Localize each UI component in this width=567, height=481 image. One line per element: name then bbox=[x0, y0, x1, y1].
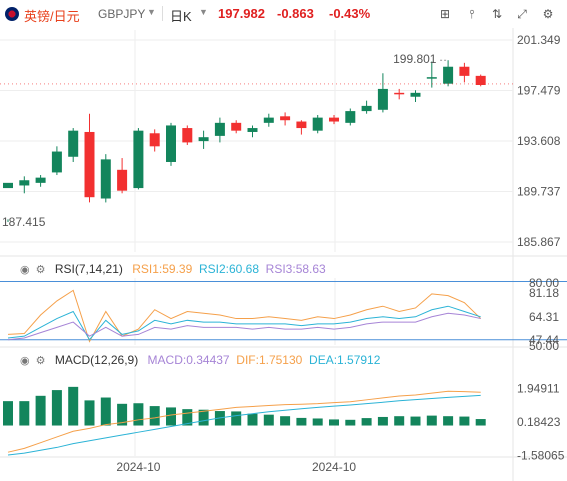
macd-histogram-bar bbox=[166, 407, 176, 426]
macd-value: MACD:0.34437 bbox=[147, 353, 230, 367]
visibility-eye-icon[interactable]: ◉ bbox=[20, 354, 30, 367]
macd-histogram-bar bbox=[443, 416, 454, 426]
candle-body bbox=[166, 125, 176, 162]
date-axis-label: 2024-10 bbox=[312, 460, 356, 474]
candle-body bbox=[361, 105, 372, 112]
kline-chart[interactable]: 201.349 197.479 193.608 189.737 185.867 199.8… bbox=[0, 0, 567, 481]
candle-body bbox=[394, 92, 405, 95]
macd-histogram-bar bbox=[312, 418, 323, 426]
macd-histogram-bar bbox=[280, 416, 291, 426]
rsi-line-rsi2 bbox=[7, 305, 481, 341]
candle-body bbox=[410, 92, 421, 97]
candle-body bbox=[84, 131, 95, 198]
macd-histogram-bar bbox=[361, 418, 372, 426]
price-axis-tick: 193.608 bbox=[517, 134, 561, 148]
macd-histogram-bar bbox=[459, 416, 470, 426]
macd-histogram-bar bbox=[410, 416, 421, 426]
candle-body bbox=[263, 117, 274, 123]
settings-icon[interactable]: ⚙ bbox=[36, 263, 46, 276]
macd-histogram-bar bbox=[377, 416, 388, 426]
rsi1-value: RSI1:59.39 bbox=[132, 262, 193, 276]
candle-body bbox=[3, 182, 13, 189]
macd-histogram-bar bbox=[133, 403, 144, 426]
date-axis-label: 2024-10 bbox=[116, 460, 160, 474]
high-price-label: 199.801 bbox=[393, 52, 437, 66]
candle-body bbox=[377, 88, 388, 110]
candle-body bbox=[19, 180, 30, 186]
macd-histogram-bar bbox=[84, 400, 95, 426]
rsi-title: RSI(7,14,21) bbox=[54, 262, 123, 276]
candle-body bbox=[443, 66, 454, 84]
macd-histogram-bar bbox=[231, 411, 242, 426]
candle-body bbox=[280, 116, 291, 121]
candle-body bbox=[198, 137, 209, 142]
macd-histogram-bar bbox=[329, 419, 339, 426]
candle-body bbox=[459, 66, 470, 76]
macd-histogram-bar bbox=[19, 401, 30, 426]
settings-icon[interactable]: ⚙ bbox=[36, 354, 46, 367]
price-axis-tick: 189.737 bbox=[517, 185, 561, 199]
macd-histogram-bar bbox=[35, 395, 46, 426]
candle-body bbox=[182, 128, 193, 143]
macd-line-dea bbox=[7, 394, 481, 456]
candle-body bbox=[68, 130, 79, 157]
macd-axis-tick: -1.58065 bbox=[517, 449, 565, 463]
candle-body bbox=[312, 117, 323, 131]
macd-histogram-bar bbox=[68, 386, 79, 426]
macd-histogram-bar bbox=[426, 415, 437, 426]
macd-histogram-bar bbox=[51, 390, 62, 426]
candle-body bbox=[475, 75, 486, 86]
macd-axis-tick: 0.18423 bbox=[517, 415, 561, 429]
candle-body bbox=[35, 177, 46, 183]
macd-histogram-bar bbox=[3, 401, 13, 426]
rsi-axis-tick: 47.44 bbox=[529, 333, 559, 347]
candle-body bbox=[296, 121, 307, 129]
candle-body bbox=[231, 122, 242, 131]
dea-value: DEA:1.57912 bbox=[305, 353, 381, 367]
macd-axis-tick: 1.94911 bbox=[517, 381, 560, 395]
macd-title: MACD(12,26,9) bbox=[54, 353, 139, 367]
candle-body bbox=[117, 169, 128, 191]
candle-body bbox=[426, 77, 437, 79]
candle-body bbox=[247, 128, 258, 132]
rsi3-value: RSI3:58.63 bbox=[262, 262, 326, 276]
macd-histogram-bar bbox=[394, 416, 405, 426]
candle-body bbox=[149, 133, 160, 147]
price-axis-tick: 201.349 bbox=[517, 33, 561, 47]
rsi-axis-tick: 81.18 bbox=[529, 286, 559, 300]
candle-body bbox=[100, 159, 111, 199]
rsi2-value: RSI2:60.68 bbox=[195, 262, 259, 276]
candle-body bbox=[51, 151, 62, 173]
macd-histogram-bar bbox=[100, 397, 111, 426]
macd-histogram-bar bbox=[263, 414, 274, 426]
price-axis-tick: 197.479 bbox=[517, 83, 561, 97]
macd-histogram-bar bbox=[149, 406, 160, 426]
macd-histogram-bar bbox=[247, 413, 258, 426]
low-price-label: 187.415 bbox=[2, 215, 46, 229]
macd-histogram-bar bbox=[475, 419, 486, 426]
rsi-legend: ◉ ⚙ RSI(7,14,21) RSI1:59.39 RSI2:60.68 RS… bbox=[20, 262, 326, 276]
candle-body bbox=[214, 122, 225, 136]
visibility-eye-icon[interactable]: ◉ bbox=[20, 263, 30, 276]
macd-legend: ◉ ⚙ MACD(12,26,9) MACD:0.34437 DIF:1.7513… bbox=[20, 353, 380, 367]
candle-body bbox=[329, 117, 339, 122]
macd-histogram-bar bbox=[345, 419, 356, 426]
price-axis-tick: 185.867 bbox=[517, 235, 561, 249]
dif-value: DIF:1.75130 bbox=[232, 353, 303, 367]
rsi-line-rsi1 bbox=[7, 289, 482, 343]
candle-body bbox=[345, 111, 356, 123]
macd-histogram-bar bbox=[296, 417, 307, 426]
candle-body bbox=[133, 130, 144, 189]
rsi-axis-tick: 64.31 bbox=[529, 310, 559, 324]
